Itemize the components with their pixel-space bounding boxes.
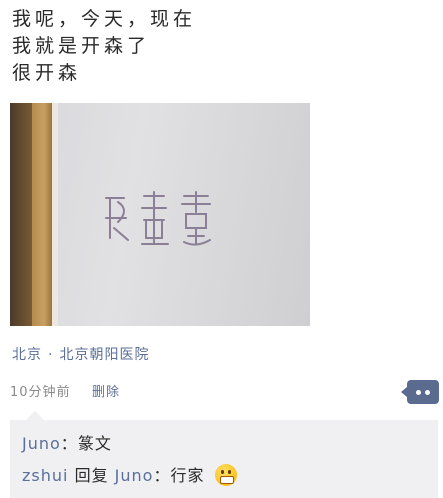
comment-separator: ： — [60, 434, 78, 453]
photo-frame-edge — [10, 103, 32, 326]
comment-bubble-icon[interactable] — [401, 380, 439, 404]
seal-calligraphy-image — [105, 191, 211, 246]
location-tag[interactable]: 北京 · 北京朝阳医院 — [12, 344, 149, 364]
comment-user[interactable]: zshui — [22, 466, 68, 485]
comment-separator: ： — [153, 466, 171, 485]
delete-link[interactable]: 删除 — [92, 381, 120, 400]
post-timestamp: 10分钟前 — [10, 385, 71, 400]
comments-panel: Juno：篆文 zshui 回复 Juno：行家 — [10, 411, 438, 498]
grin-emoji-icon — [214, 463, 237, 486]
comment-item[interactable]: zshui 回复 Juno：行家 — [22, 462, 237, 488]
comment-user[interactable]: Juno — [22, 434, 61, 453]
post-line: 很开森 — [12, 62, 82, 84]
reply-word: 回复 — [74, 466, 109, 485]
comment-text: 篆文 — [77, 434, 112, 453]
comment-text: 行家 — [170, 466, 205, 485]
dot-icon — [425, 390, 430, 395]
photo-wood-edge — [32, 103, 52, 326]
post-text: 我呢，今天，现在 我就是开森了 很开森 — [12, 6, 432, 87]
comment-item[interactable]: Juno：篆文 — [22, 430, 112, 454]
photo-paper-edge — [52, 103, 58, 326]
post-line: 我呢，今天，现在 — [12, 8, 197, 30]
post-line: 我就是开森了 — [12, 35, 151, 57]
location-separator: · — [48, 347, 54, 363]
location-city: 北京 — [12, 347, 42, 363]
location-place: 北京朝阳医院 — [59, 347, 150, 363]
dot-icon — [416, 390, 421, 395]
reply-to-user[interactable]: Juno — [115, 466, 154, 485]
post-meta: 10分钟前 删除 — [10, 380, 440, 405]
post-photo[interactable] — [10, 103, 310, 326]
